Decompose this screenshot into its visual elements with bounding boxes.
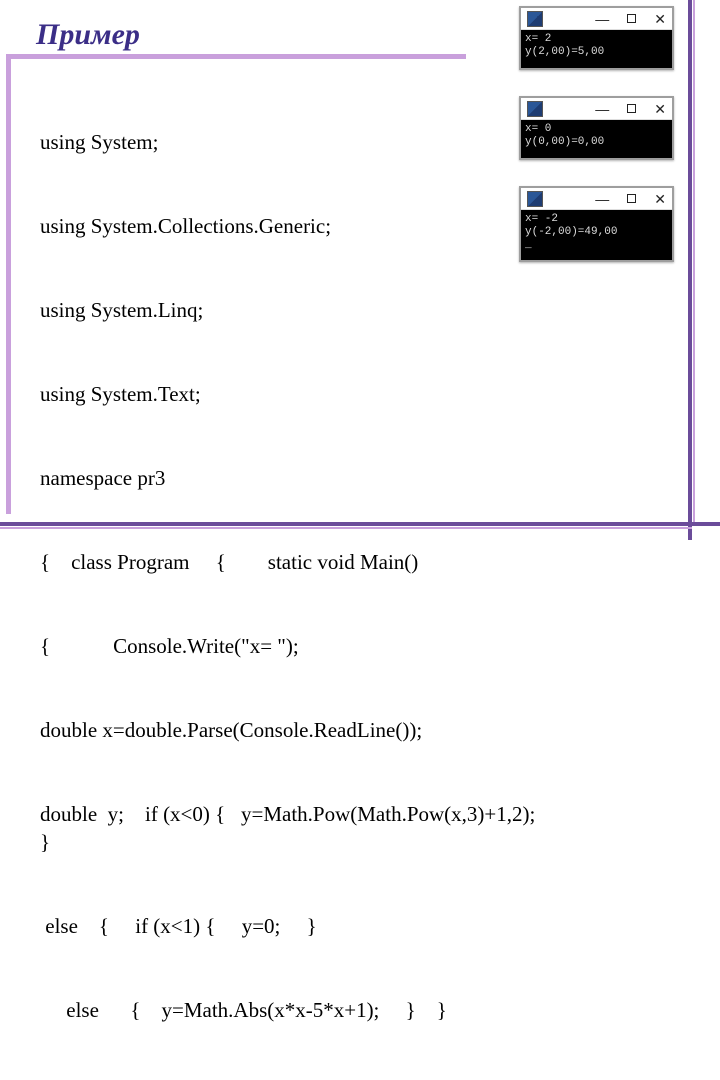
accent-bar-top (6, 54, 466, 59)
code-line: { class Program { static void Main() (40, 548, 540, 576)
code-line: using System; (40, 128, 540, 156)
minimize-icon[interactable]: — (595, 102, 609, 116)
console-window-1: — ✕ x= 2 y(2,00)=5,00 (519, 6, 674, 70)
close-icon[interactable]: ✕ (654, 12, 666, 26)
code-line: namespace pr3 (40, 464, 540, 492)
close-icon[interactable]: ✕ (654, 192, 666, 206)
console-titlebar: — ✕ (521, 98, 672, 120)
maximize-icon[interactable] (627, 104, 636, 113)
accent-bar-left (6, 54, 11, 514)
code-listing: using System; using System.Collections.G… (40, 72, 540, 1080)
code-line: double y; if (x<0) { y=Math.Pow(Math.Pow… (40, 800, 540, 856)
console-titlebar: — ✕ (521, 8, 672, 30)
app-icon (527, 191, 543, 207)
frame-border-right (688, 0, 692, 540)
code-line: using System.Linq; (40, 296, 540, 324)
code-line: using System.Collections.Generic; (40, 212, 540, 240)
minimize-icon[interactable]: — (595, 12, 609, 26)
app-icon (527, 101, 543, 117)
console-output: x= -2 y(-2,00)=49,00 _ (521, 210, 672, 260)
code-line: else { if (x<1) { y=0; } (40, 912, 540, 940)
slide-title: Пример (36, 18, 140, 52)
console-titlebar: — ✕ (521, 188, 672, 210)
code-line: { Console.Write("x= "); (40, 632, 540, 660)
close-icon[interactable]: ✕ (654, 102, 666, 116)
frame-corner-cover (692, 526, 720, 540)
code-line: using System.Text; (40, 380, 540, 408)
minimize-icon[interactable]: — (595, 192, 609, 206)
console-output: x= 0 y(0,00)=0,00 (521, 120, 672, 158)
maximize-icon[interactable] (627, 14, 636, 23)
maximize-icon[interactable] (627, 194, 636, 203)
code-line: else { y=Math.Abs(x*x-5*x+1); } } (40, 996, 540, 1024)
app-icon (527, 11, 543, 27)
console-window-2: — ✕ x= 0 y(0,00)=0,00 (519, 96, 674, 160)
console-output: x= 2 y(2,00)=5,00 (521, 30, 672, 68)
code-line: double x=double.Parse(Console.ReadLine()… (40, 716, 540, 744)
console-window-3: — ✕ x= -2 y(-2,00)=49,00 _ (519, 186, 674, 262)
